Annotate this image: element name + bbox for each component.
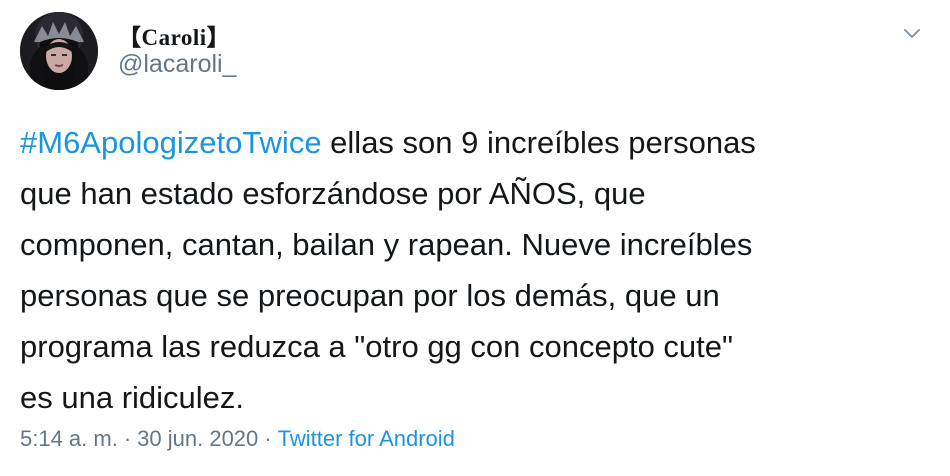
tweet-line: que han estado esforzándose por AÑOS, qu… bbox=[20, 176, 646, 211]
tweet-card: 【Caroli】 @lacaroli_ #M6ApologizetoTwice … bbox=[0, 0, 950, 476]
chevron-down-icon[interactable] bbox=[900, 22, 924, 46]
avatar[interactable] bbox=[20, 12, 98, 90]
meta-separator: · bbox=[264, 426, 272, 451]
hashtag-link[interactable]: #M6ApologizetoTwice bbox=[20, 125, 322, 160]
tweet-line: componen, cantan, bailan y rapean. Nueve… bbox=[20, 227, 753, 262]
tweet-text-segment: ellas son 9 increíbles personas bbox=[321, 125, 756, 160]
avatar-image bbox=[20, 12, 98, 90]
meta-separator: · bbox=[123, 426, 132, 451]
author-display-name[interactable]: 【Caroli】 bbox=[118, 18, 230, 52]
tweet-line: es una ridiculez. bbox=[20, 380, 245, 415]
tweet-meta: 5:14 a. m. · 30 jun. 2020 · Twitter for Andr… bbox=[20, 426, 455, 452]
tweet-line: #M6ApologizetoTwice ellas son 9 increíbl… bbox=[20, 117, 935, 168]
tweet-date[interactable]: 30 jun. 2020 bbox=[137, 426, 258, 451]
tweet-line: personas que se preocupan por los demás,… bbox=[20, 278, 720, 313]
tweet-time[interactable]: 5:14 a. m. bbox=[20, 426, 118, 451]
author-handle[interactable]: @lacaroli_ bbox=[118, 50, 236, 79]
tweet-text: #M6ApologizetoTwice ellas son 9 increíbl… bbox=[20, 117, 935, 423]
tweet-line: programa las reduzca a "otro gg con conc… bbox=[20, 329, 734, 364]
tweet-source-link[interactable]: Twitter for Android bbox=[278, 426, 455, 451]
